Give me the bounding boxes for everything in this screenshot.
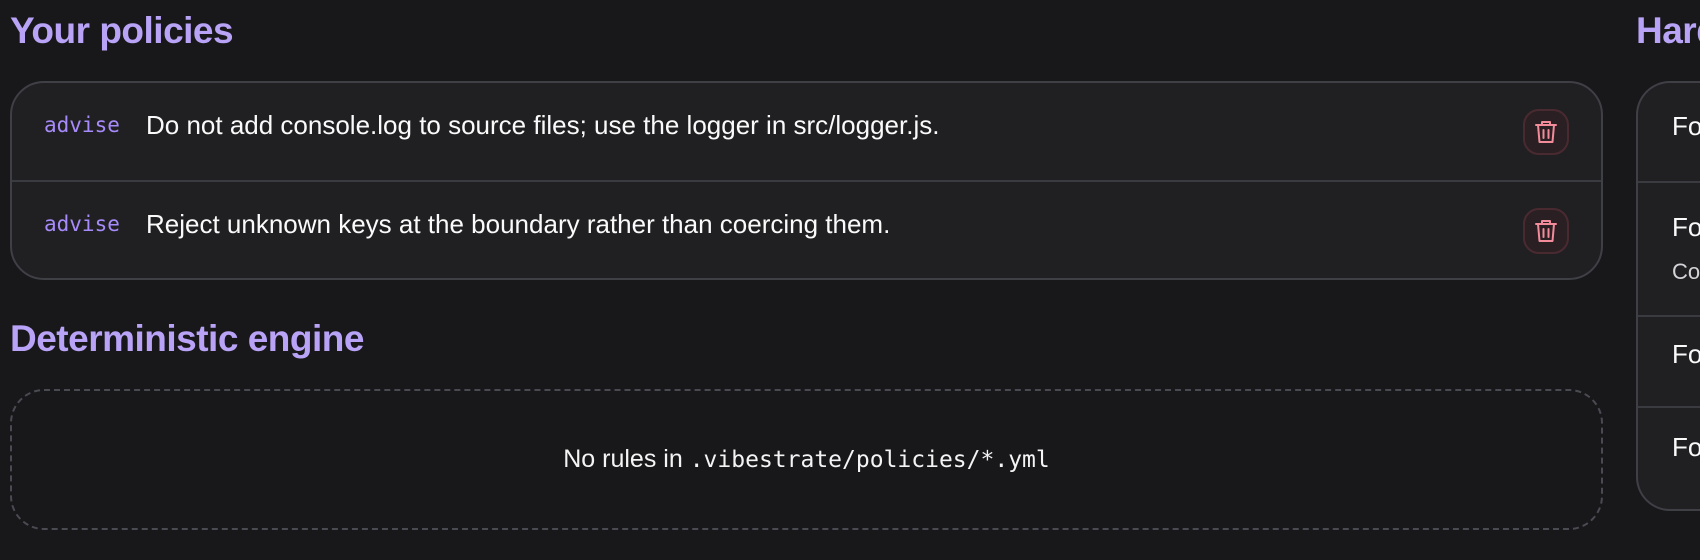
trash-icon [1535,220,1557,242]
policy-row: advise Reject unknown keys at the bounda… [12,180,1601,277]
trash-icon [1535,121,1557,143]
engine-heading: Deterministic engine [10,318,364,359]
divider [1638,181,1700,183]
list-item: Fo [1672,432,1700,462]
delete-policy-button[interactable] [1523,109,1569,155]
list-item: Fo [1672,212,1700,242]
delete-policy-button[interactable] [1523,208,1569,254]
list-item: Fo [1672,339,1700,369]
policies-path: .vibestrate/policies/*.yml [689,447,1050,473]
hard-rules-list: Fo Fo Co Fo Fo [1636,81,1700,511]
policy-text: Do not add console.log to source files; … [146,110,940,140]
empty-state-text: No rules in .vibestrate/policies/*.yml [563,445,1049,474]
divider [1638,315,1700,317]
hard-rules-heading: Hard [1636,10,1700,51]
policy-text: Reject unknown keys at the boundary rath… [146,209,891,239]
policy-row: advise Do not add console.log to source … [12,83,1601,180]
list-item: Fo [1672,111,1700,141]
policy-tag: advise [44,212,120,236]
engine-empty-state: No rules in .vibestrate/policies/*.yml [10,389,1603,530]
policies-heading: Your policies [10,10,234,51]
list-item-subtext: Co [1672,259,1700,284]
divider [1638,406,1700,408]
policies-list: advise Do not add console.log to source … [10,81,1603,280]
empty-state-prefix: No rules in [563,445,683,473]
policy-tag: advise [44,113,120,137]
